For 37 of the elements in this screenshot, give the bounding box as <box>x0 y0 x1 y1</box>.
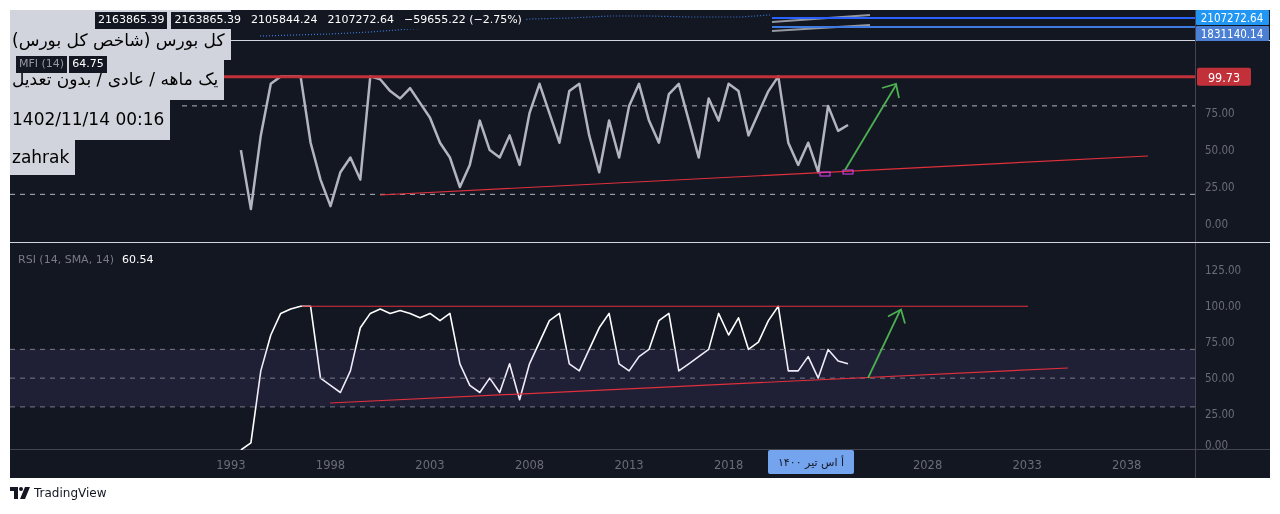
axis-label: 1998 <box>315 458 346 472</box>
axis-label: 2033 <box>1012 458 1042 472</box>
arrow <box>867 308 906 379</box>
price-label: 2107272.64 <box>1196 10 1269 25</box>
indicator-value: 60.54 <box>121 253 154 266</box>
note-label: zahrak <box>10 140 76 175</box>
price-value: −59655.22 (−2.75%) <box>400 12 525 29</box>
axis-label: 2038 <box>1112 458 1142 472</box>
axis-label: 125.00 <box>1205 263 1242 278</box>
price-value: 2163865.39 <box>95 12 168 29</box>
axis-label: 75.00 <box>1205 106 1235 121</box>
logo-icon <box>10 487 30 499</box>
indicator-name: MFI (14) <box>16 56 68 73</box>
price-value: 2163865.39 <box>171 12 244 29</box>
axis-label: 2003 <box>415 458 445 472</box>
axis-label: 25.00 <box>1205 179 1235 194</box>
axis-label: 2028 <box>913 458 943 472</box>
indicator-value: 64.75 <box>69 56 107 73</box>
axis-label: 0.00 <box>1205 438 1229 450</box>
price-label: 1831140.14 <box>1196 26 1269 41</box>
axis-label: 2018 <box>713 458 744 472</box>
axis-label: 25.00 <box>1205 407 1235 422</box>
note-label: 1402/11/14 00:16 <box>10 100 171 140</box>
axis-label: 50.00 <box>1205 143 1235 158</box>
anchor-marker <box>819 171 831 177</box>
price-label: 99.73 <box>1197 67 1251 86</box>
axis-label: 50.00 <box>1205 371 1235 386</box>
axis-label: 2013 <box>614 458 644 472</box>
axis-label: 100.00 <box>1205 299 1242 314</box>
indicator-name: RSI (14, SMA, 14) <box>18 253 114 266</box>
axis-label: 0.00 <box>1205 216 1229 231</box>
anchor-marker <box>842 169 854 175</box>
axis-label: 2008 <box>514 458 545 472</box>
axis-label: 1993 <box>216 458 246 472</box>
time-cursor-label: أ اس تیر ۱۴۰۰ <box>768 450 854 474</box>
axis-label: 75.00 <box>1205 335 1235 350</box>
brand-name: TradingView <box>34 485 107 502</box>
